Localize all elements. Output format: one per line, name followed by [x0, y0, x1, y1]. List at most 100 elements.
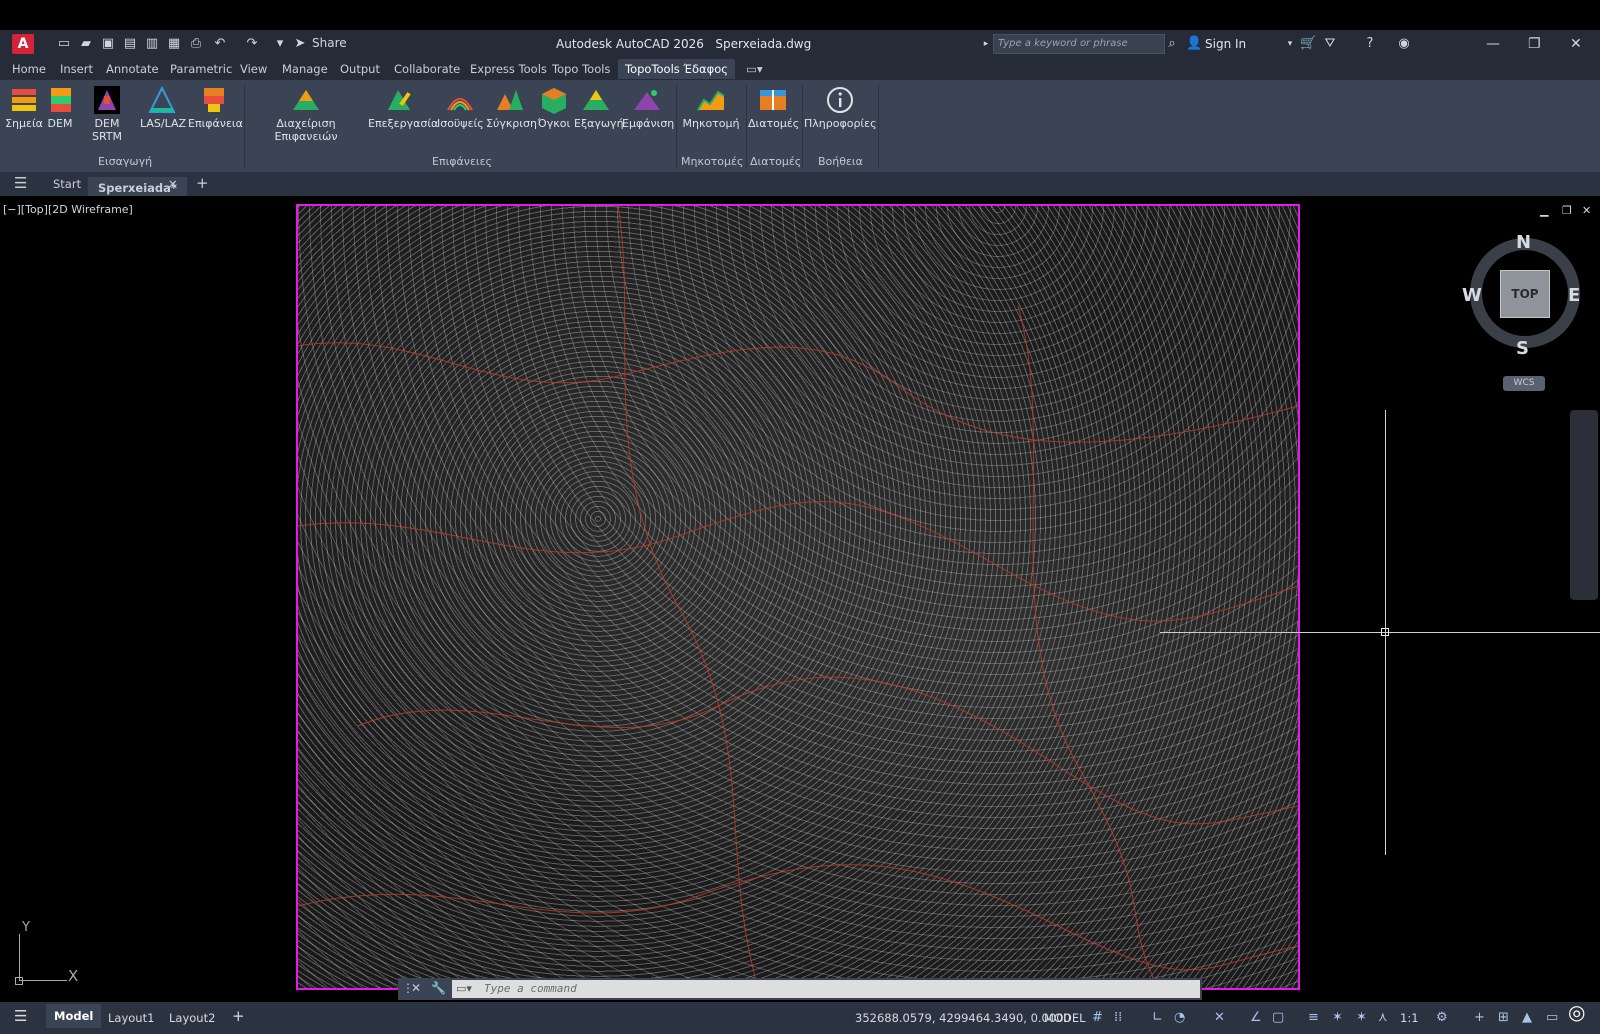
dem-srtm-button[interactable]: DEM SRTM	[78, 86, 136, 143]
save-as-icon[interactable]: ▤	[122, 36, 138, 52]
compass-east[interactable]: E	[1568, 285, 1580, 306]
cart-icon[interactable]: 🛒	[1300, 36, 1316, 52]
manage-surfaces-button[interactable]: Διαχείριση Επιφανειών	[248, 86, 364, 143]
share-icon[interactable]: ➤	[292, 36, 308, 52]
units-icon[interactable]: ⊞	[1498, 1010, 1509, 1025]
grid-icon[interactable]: #	[1092, 1010, 1103, 1025]
signin-dropdown-icon[interactable]: ▾	[1282, 36, 1298, 52]
minimize-icon[interactable]: —	[1486, 36, 1500, 52]
osnap-tracking-icon[interactable]: ∠	[1250, 1010, 1262, 1025]
help-search-input[interactable]: Type a keyword or phrase	[993, 34, 1165, 54]
viewport-restore-icon[interactable]: ❐	[1562, 204, 1572, 217]
share-button[interactable]: Share	[312, 36, 347, 50]
feedback-icon[interactable]: ◉	[1396, 36, 1412, 52]
tab-topo-tools[interactable]: Topo Tools	[552, 62, 610, 76]
long-profile-button[interactable]: Μηκοτομή	[680, 86, 742, 130]
panel-separator	[676, 84, 677, 168]
surface-button[interactable]: Επιφάνεια	[188, 86, 243, 130]
customization-icon[interactable]: ◎	[1568, 1000, 1585, 1024]
title-bar: A ▭ ▰ ▣ ▤ ▥ ▦ ⎙ ↶ ↷ ▾ ➤ Share Autodesk A…	[0, 30, 1600, 58]
expand-search-icon[interactable]: ▸	[978, 36, 994, 52]
compass-north[interactable]: N	[1516, 232, 1531, 253]
annotation-visibility-icon[interactable]: ✶	[1332, 1010, 1343, 1025]
file-tabs-menu-icon[interactable]: ☰	[14, 174, 27, 192]
dem-button[interactable]: DEM	[46, 86, 74, 130]
command-customize-icon[interactable]: 🔧	[431, 981, 446, 995]
command-input[interactable]: Type a command	[452, 980, 1200, 998]
close-icon[interactable]: ✕	[1570, 36, 1582, 52]
workspace-gear-icon[interactable]: ⚙	[1436, 1010, 1448, 1025]
tab-output[interactable]: Output	[340, 62, 380, 76]
snap-icon[interactable]: ⁞⁞	[1114, 1010, 1122, 1025]
viewport-minimize-icon[interactable]: ▁	[1540, 204, 1548, 217]
save-icon[interactable]: ▣	[100, 36, 116, 52]
autodesk-account-icon[interactable]: ⛛	[1322, 36, 1338, 52]
open-folder-icon[interactable]: ▰	[78, 36, 94, 52]
panel-separator	[802, 84, 803, 168]
cross-sections-button[interactable]: Διατομές	[748, 86, 799, 130]
new-tab-icon[interactable]: +	[196, 174, 209, 192]
model-tab[interactable]: Model	[46, 1004, 102, 1028]
auto-scale-icon[interactable]: ✶	[1356, 1010, 1367, 1025]
info-button[interactable]: Πληροφορίες	[804, 86, 877, 130]
lineweight-icon[interactable]: ≡	[1308, 1010, 1319, 1025]
compare-button[interactable]: Σύγκριση	[486, 86, 537, 130]
restore-icon[interactable]: ❐	[1528, 36, 1541, 52]
tab-express-tools[interactable]: Express Tools	[470, 62, 547, 76]
sign-in-button[interactable]: Sign In	[1205, 37, 1246, 51]
wcs-menu[interactable]: WCS	[1503, 376, 1545, 391]
redo-icon[interactable]: ↷	[244, 36, 260, 52]
layout1-tab[interactable]: Layout1	[108, 1011, 154, 1025]
edit-button[interactable]: Επεξεργασία	[368, 86, 438, 130]
navigation-bar[interactable]	[1570, 410, 1598, 600]
tab-home[interactable]: Home	[12, 62, 46, 76]
plot-icon[interactable]: ⎙	[188, 36, 204, 52]
hardware-acceleration-icon[interactable]: ▭	[1546, 1010, 1558, 1025]
close-file-tab-icon[interactable]: ✕	[168, 177, 178, 191]
workspace-toggle-icon[interactable]: ▭▾	[746, 62, 763, 76]
viewport-close-icon[interactable]: ✕	[1582, 204, 1591, 217]
new-layout-icon[interactable]: +	[232, 1007, 245, 1025]
isodraft-icon[interactable]: ✕	[1214, 1010, 1225, 1025]
tab-view[interactable]: View	[240, 62, 267, 76]
customize-quick-access-icon[interactable]: ▾	[272, 36, 288, 52]
volumes-button[interactable]: Όγκοι	[537, 86, 571, 130]
command-close-icon[interactable]: ✕	[411, 981, 421, 995]
layout-menu-icon[interactable]: ☰	[14, 1007, 27, 1025]
new-file-icon[interactable]: ▭	[56, 36, 72, 52]
polar-icon[interactable]: ◔	[1174, 1010, 1185, 1025]
display-button[interactable]: Εμφάνιση	[622, 86, 674, 130]
viewcube-top-face[interactable]: TOP	[1500, 270, 1550, 318]
tab-insert[interactable]: Insert	[60, 62, 93, 76]
contours-button[interactable]: Ισοϋψείς	[437, 86, 484, 130]
tab-collaborate[interactable]: Collaborate	[394, 62, 460, 76]
coordinates-readout[interactable]: 352688.0579, 4299464.3490, 0.0000	[855, 1011, 1071, 1025]
isolate-objects-icon[interactable]: ▲	[1522, 1010, 1532, 1025]
ortho-icon[interactable]: ∟	[1152, 1010, 1163, 1025]
annotation-scale-icon[interactable]: ⋏	[1378, 1010, 1388, 1025]
contours-icon	[445, 86, 475, 114]
application-menu-button[interactable]: A	[12, 34, 34, 54]
annotation-monitor-icon[interactable]: +	[1474, 1010, 1485, 1025]
object-snap-icon[interactable]: ▢	[1272, 1010, 1284, 1025]
open-from-web-icon[interactable]: ▥	[144, 36, 160, 52]
help-icon[interactable]: ?	[1362, 36, 1378, 52]
compass-west[interactable]: W	[1462, 285, 1482, 306]
export-button[interactable]: Εξαγωγή	[574, 86, 624, 130]
start-tab[interactable]: Start	[53, 177, 81, 191]
points-button[interactable]: Σημεία	[4, 86, 44, 130]
tab-parametric[interactable]: Parametric	[170, 62, 232, 76]
tab-topotools-edafos[interactable]: TopoTools Έδαφος	[618, 59, 735, 79]
tab-manage[interactable]: Manage	[282, 62, 328, 76]
model-space-toggle[interactable]: MODEL	[1044, 1011, 1086, 1025]
las-laz-button[interactable]: LAS/LAZ	[140, 85, 186, 130]
viewport-controls[interactable]: [−][Top][2D Wireframe]	[3, 203, 133, 216]
recent-commands-icon[interactable]: ▭▾	[456, 982, 472, 995]
layout2-tab[interactable]: Layout2	[169, 1011, 215, 1025]
undo-icon[interactable]: ↶	[212, 36, 228, 52]
compass-south[interactable]: S	[1516, 338, 1529, 359]
save-to-web-icon[interactable]: ▦	[166, 36, 182, 52]
search-icon[interactable]: ⌕	[1164, 36, 1180, 52]
annotation-scale-value[interactable]: 1:1	[1400, 1011, 1419, 1025]
tab-annotate[interactable]: Annotate	[106, 62, 159, 76]
